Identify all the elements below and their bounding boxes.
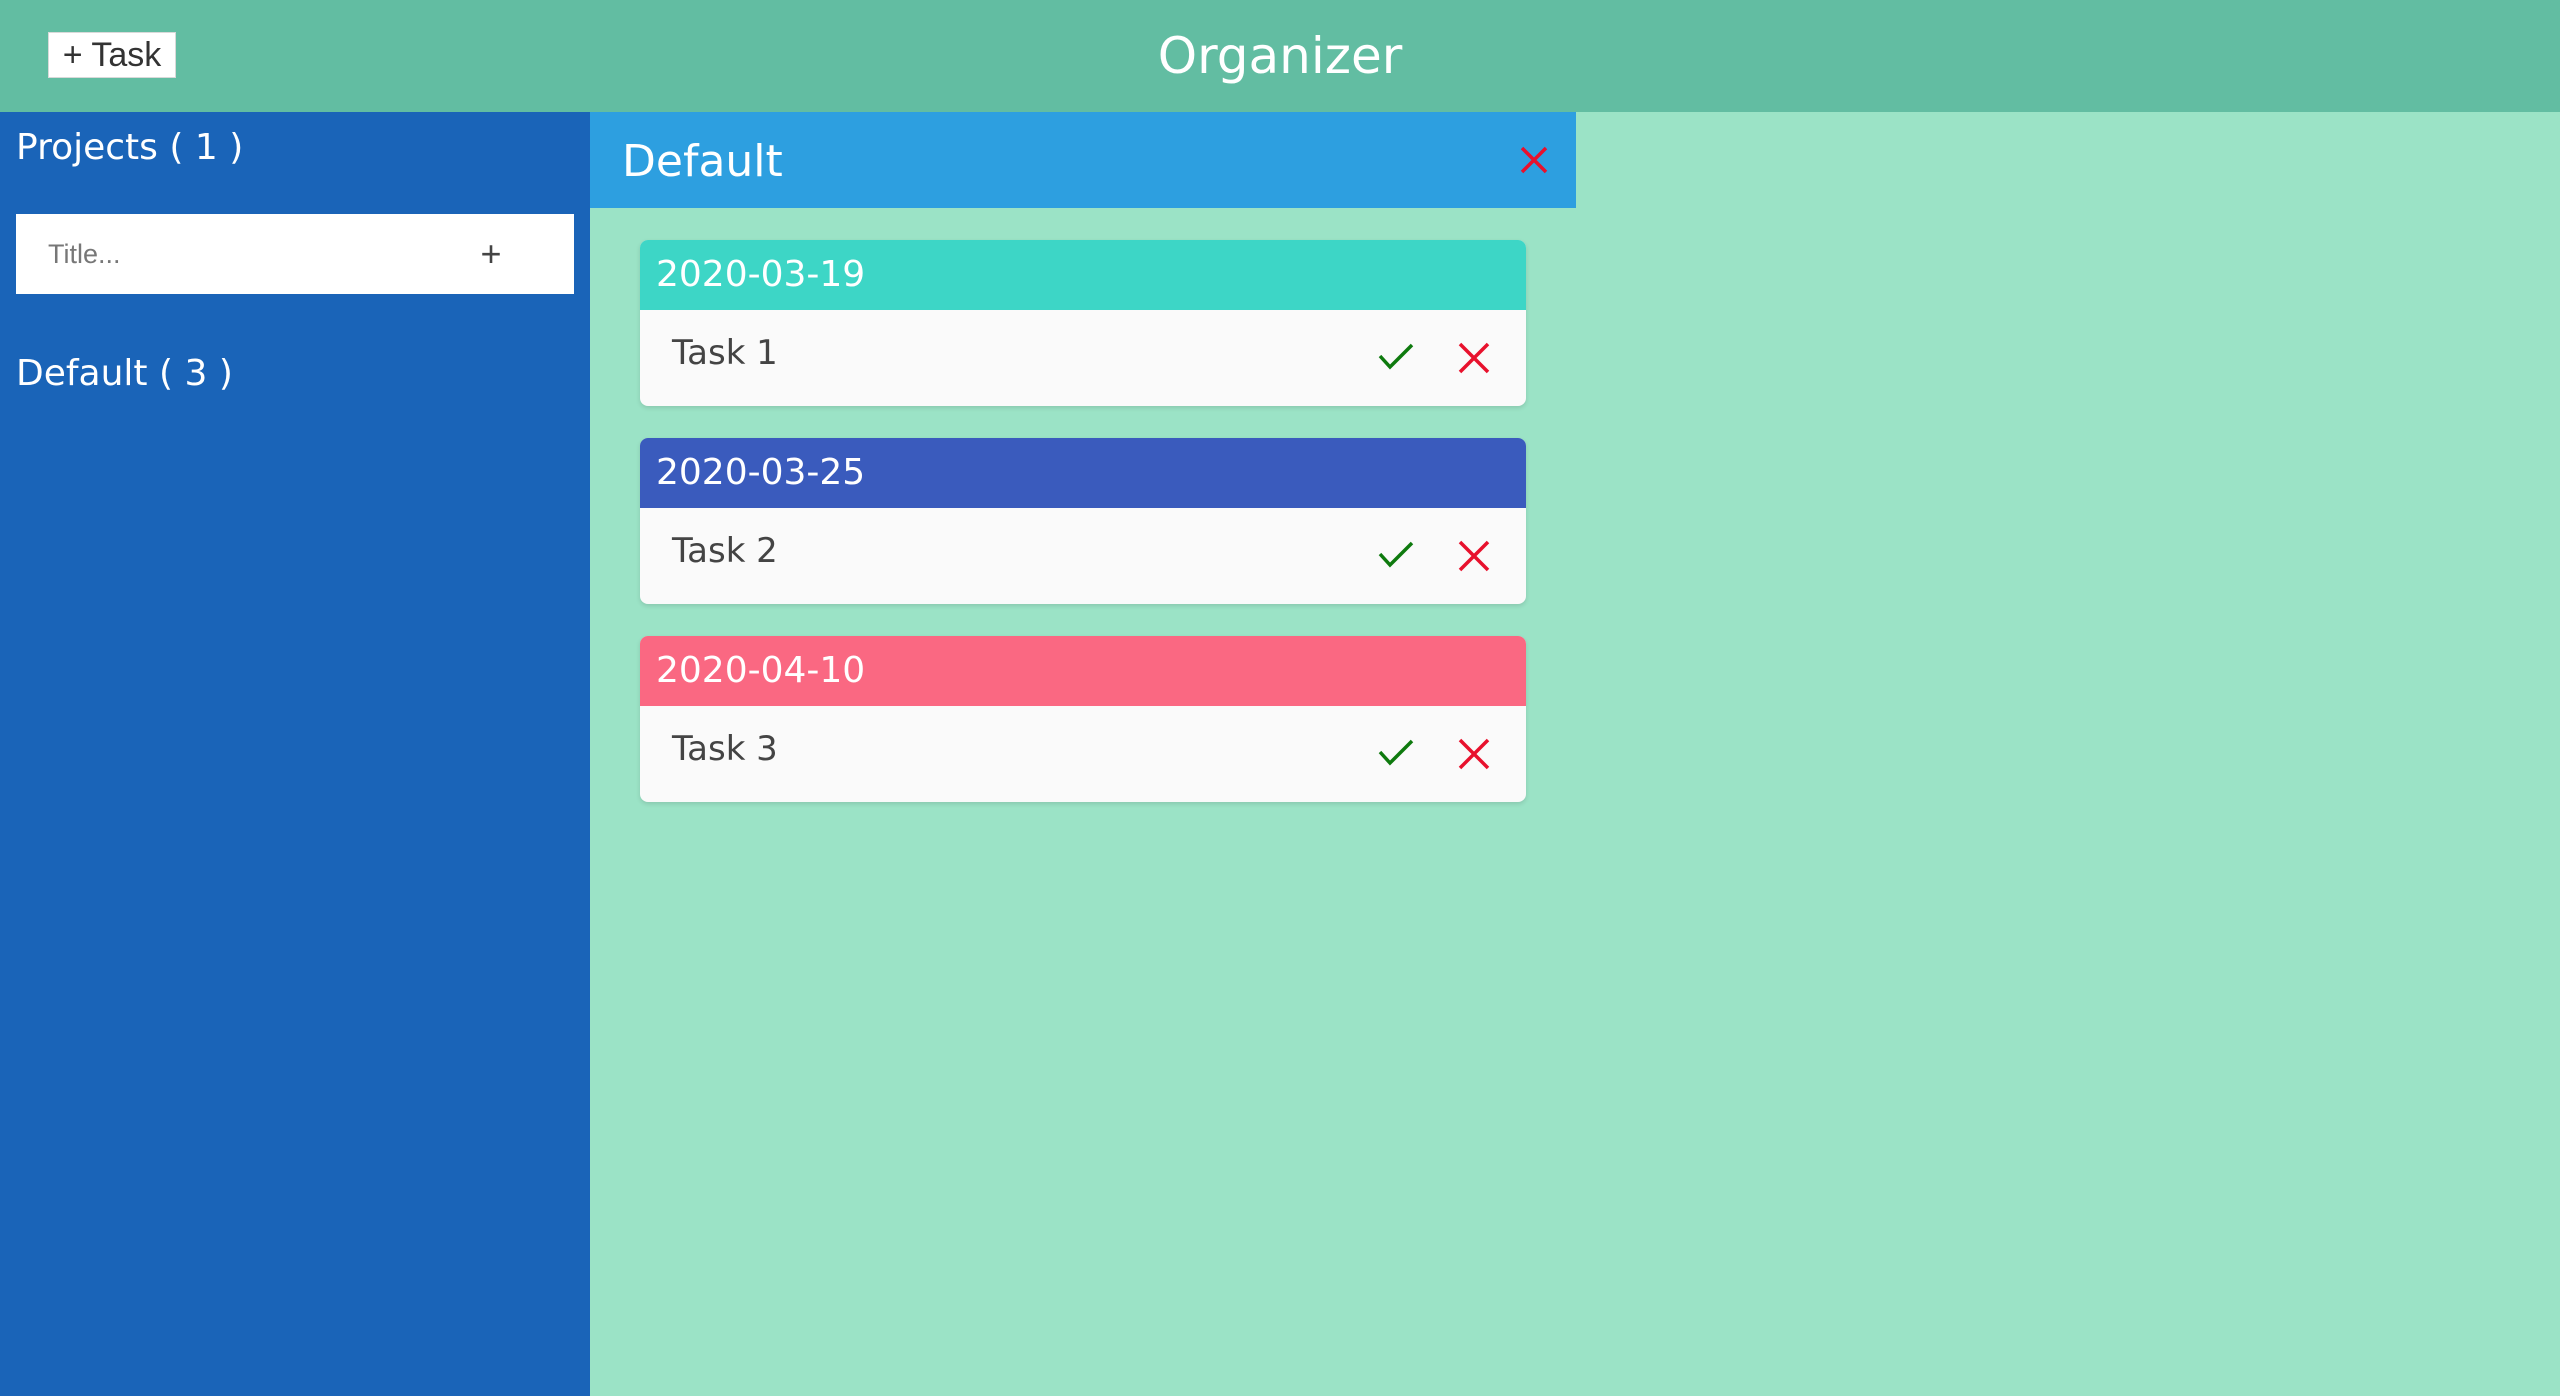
task-name: Task 2 [672, 531, 778, 571]
top-bar: + Task Organizer [0, 0, 2560, 112]
project-title: Default [622, 136, 783, 187]
complete-task-button[interactable] [1376, 732, 1416, 772]
task-card: 2020-03-19 Task 1 [640, 240, 1526, 406]
delete-task-button[interactable] [1454, 734, 1494, 774]
task-date-bar: 2020-03-19 [640, 240, 1526, 310]
task-date: 2020-03-19 [656, 254, 866, 295]
task-name: Task 1 [672, 333, 778, 373]
close-icon [1458, 540, 1490, 572]
task-card: 2020-04-10 Task 3 [640, 636, 1526, 802]
project-panel-header: Default [590, 112, 1576, 208]
check-icon [1378, 541, 1414, 568]
delete-task-button[interactable] [1454, 536, 1494, 576]
close-icon [1520, 146, 1548, 174]
task-date: 2020-04-10 [656, 650, 866, 691]
sidebar: Projects ( 1 ) + Default ( 3 ) [0, 112, 590, 1396]
app-title: Organizer [1157, 27, 1403, 85]
task-card: 2020-03-25 Task 2 [640, 438, 1526, 604]
delete-task-button[interactable] [1454, 338, 1494, 378]
sidebar-item-default-project[interactable]: Default ( 3 ) [16, 350, 233, 398]
task-name: Task 3 [672, 729, 778, 769]
complete-task-button[interactable] [1376, 336, 1416, 376]
projects-heading: Projects ( 1 ) [16, 127, 244, 168]
task-date: 2020-03-25 [656, 452, 866, 493]
close-icon [1458, 738, 1490, 770]
project-title-input[interactable] [16, 214, 456, 294]
check-icon [1378, 343, 1414, 370]
check-icon [1378, 739, 1414, 766]
task-date-bar: 2020-03-25 [640, 438, 1526, 508]
close-icon [1458, 342, 1490, 374]
add-project-button[interactable]: + [456, 214, 526, 294]
delete-project-button[interactable] [1514, 140, 1554, 180]
task-date-bar: 2020-04-10 [640, 636, 1526, 706]
new-project-form: + [16, 214, 574, 294]
complete-task-button[interactable] [1376, 534, 1416, 574]
